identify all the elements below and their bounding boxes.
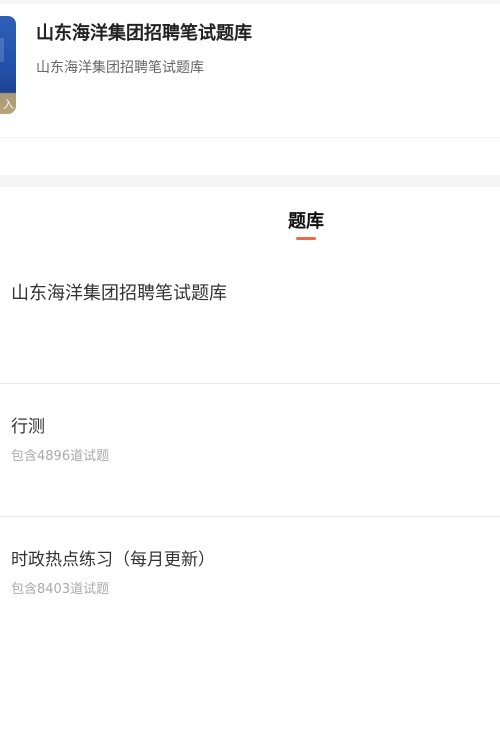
subject-count: 包含8403道试题 — [11, 582, 110, 597]
page: 入 山东海洋集团招聘笔试题库 山东海洋集团招聘笔试题库 题库 山东海洋集团招聘笔… — [0, 0, 500, 754]
tab-bar: 题库 — [0, 187, 500, 243]
question-bank-title: 山东海洋集团招聘笔试题库 — [11, 283, 227, 304]
subject-name: 行测 — [11, 417, 45, 437]
cover-text: 入 — [3, 98, 14, 111]
tab-question-bank[interactable]: 题库 — [268, 207, 344, 233]
subject-name: 时政热点练习（每月更新） — [11, 550, 215, 570]
divider — [0, 516, 500, 517]
subject-count: 包含4896道试题 — [11, 449, 110, 464]
course-subtitle: 山东海洋集团招聘笔试题库 — [36, 60, 204, 76]
section-gap — [0, 175, 500, 187]
cover-decoration — [0, 38, 4, 62]
header-divider — [0, 137, 500, 138]
course-title: 山东海洋集团招聘笔试题库 — [36, 23, 252, 44]
course-header[interactable]: 入 山东海洋集团招聘笔试题库 山东海洋集团招聘笔试题库 — [0, 4, 500, 175]
tab-active-indicator — [296, 237, 316, 240]
divider — [0, 383, 500, 384]
course-cover-image[interactable]: 入 — [0, 16, 16, 114]
